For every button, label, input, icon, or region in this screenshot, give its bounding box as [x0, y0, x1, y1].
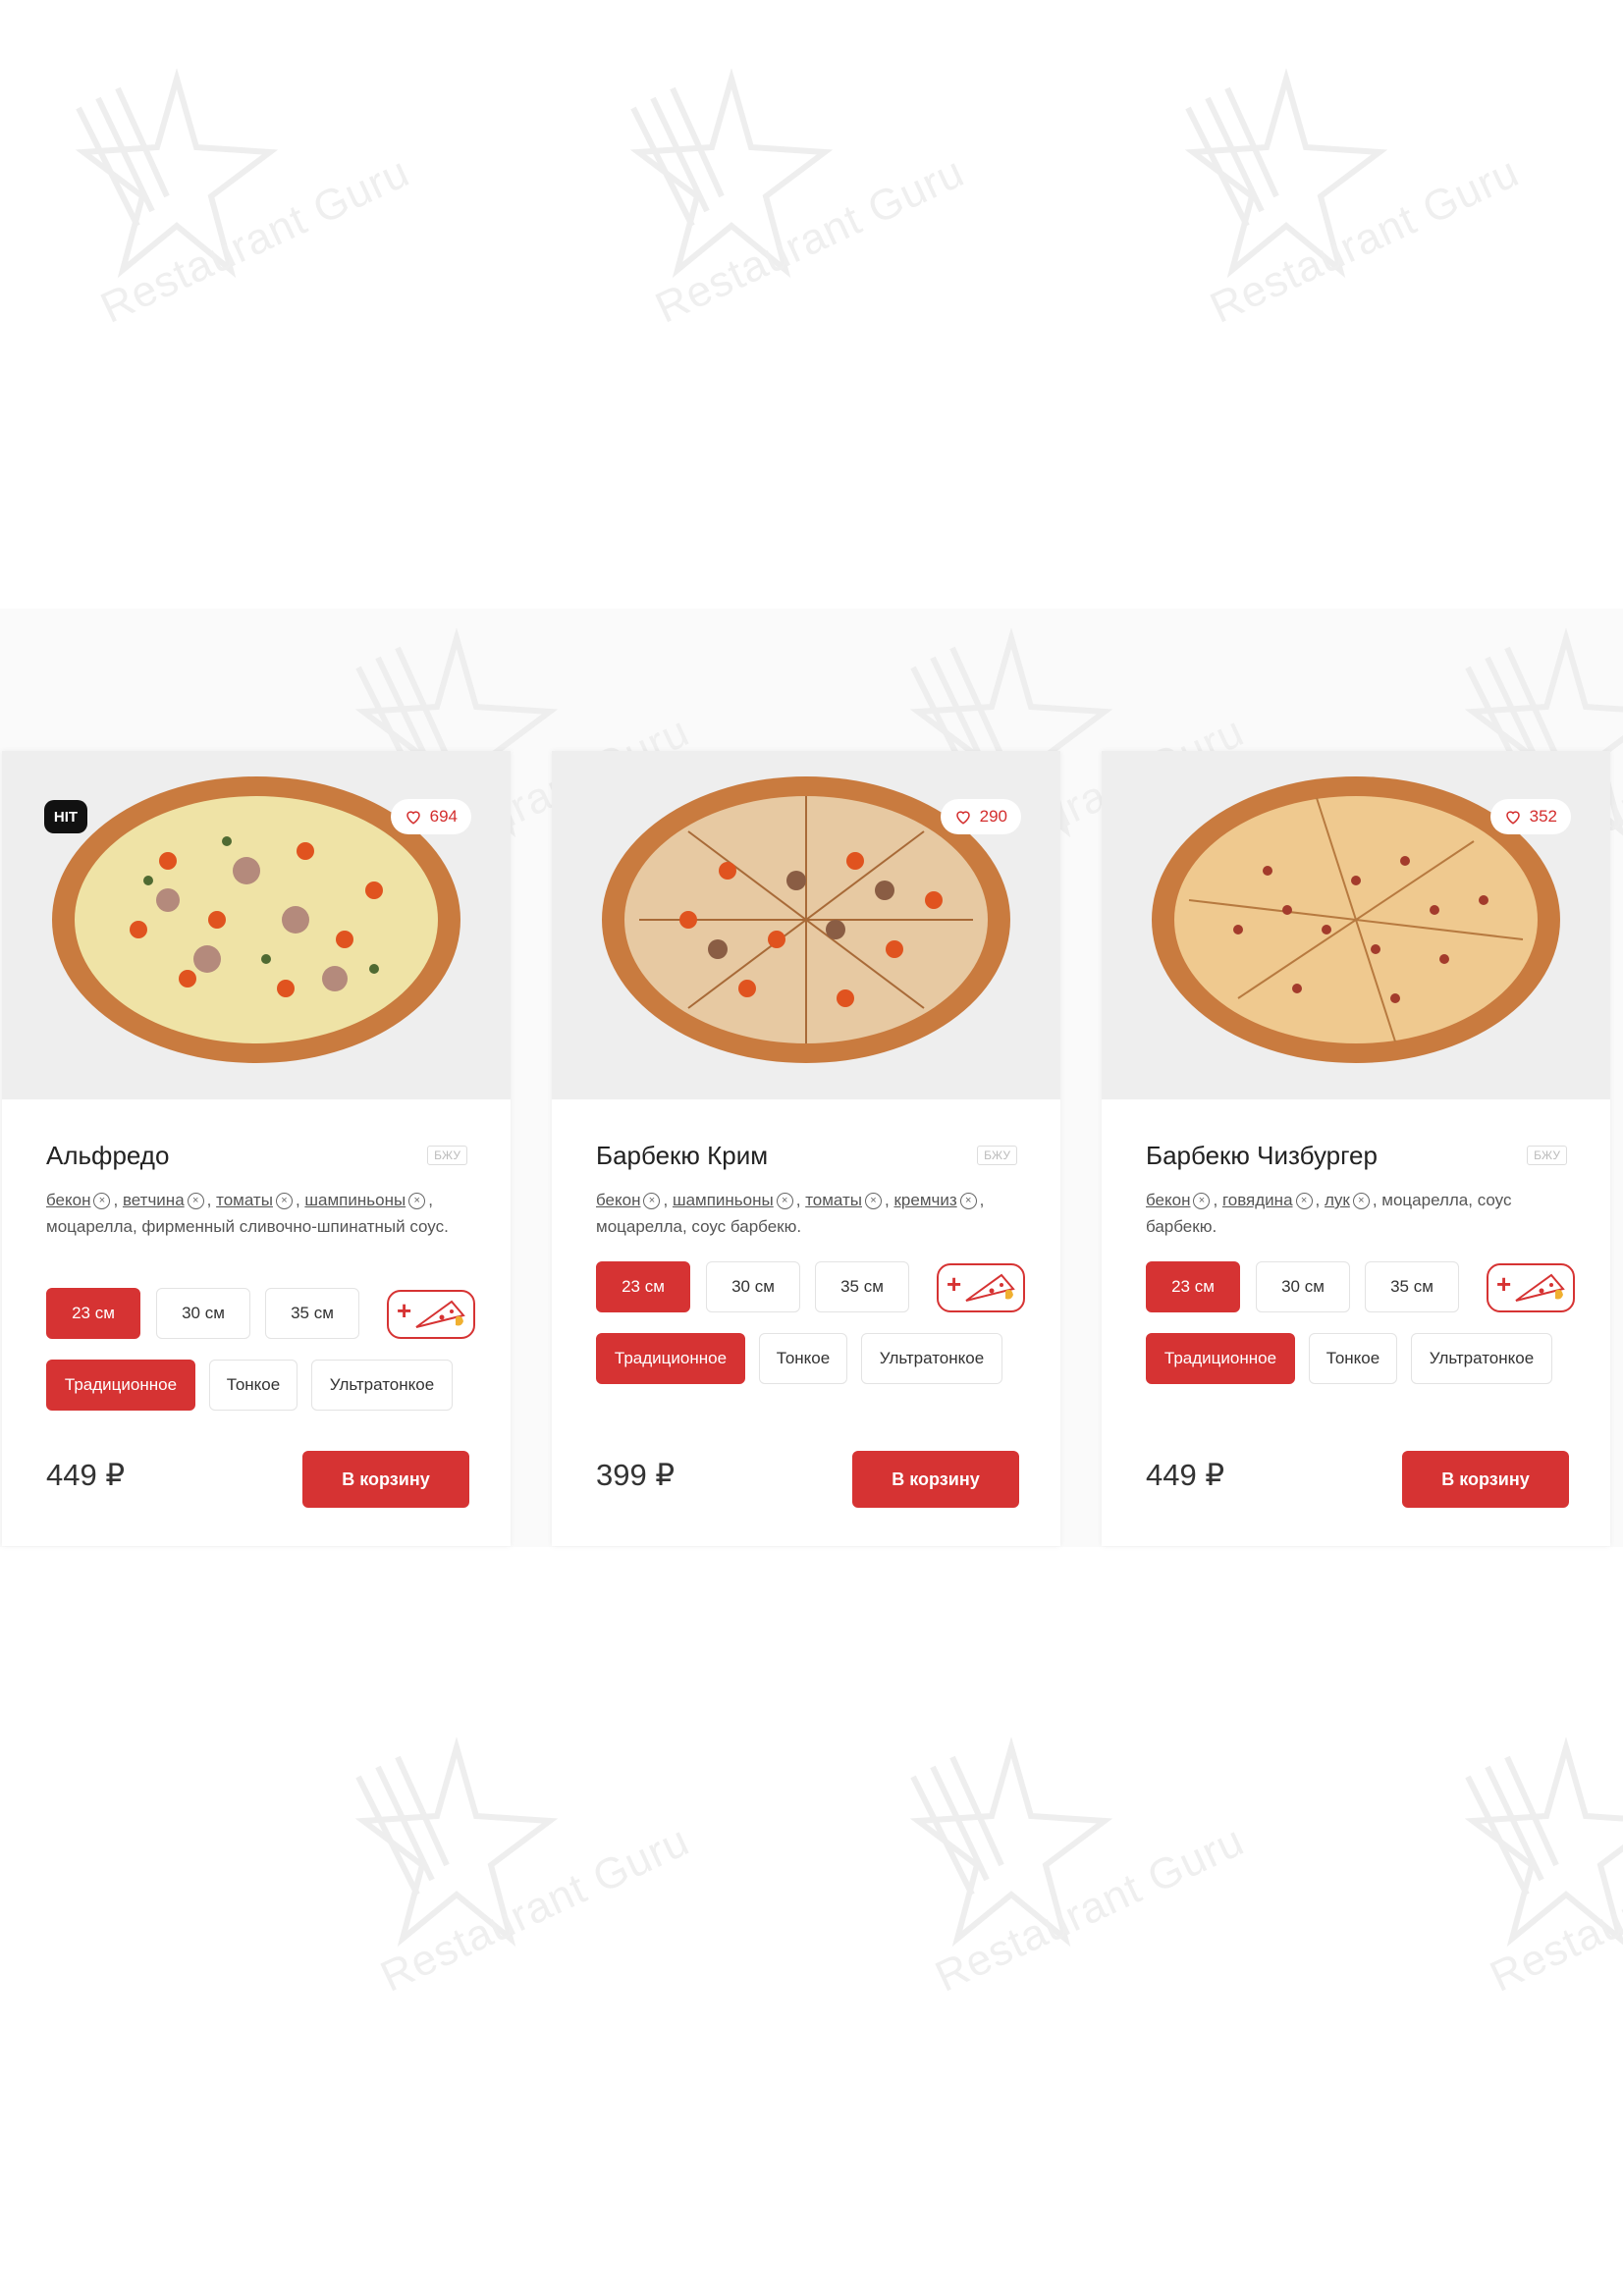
size-option-35[interactable]: 35 см [815, 1261, 909, 1312]
hit-badge: HIT [44, 800, 87, 833]
product-description: бекон ×, говядина ×, лук ×, моцарелла, соус… [1146, 1191, 1512, 1236]
remove-ingredient-icon[interactable]: × [776, 1193, 793, 1210]
ingredient-link[interactable]: бекон [1146, 1191, 1190, 1209]
product-list: HIT 694 Альфредо БЖУ бекон ×, ветчина ×, т… [0, 751, 1623, 1546]
size-option-35[interactable]: 35 см [265, 1288, 359, 1339]
restaurant-guru-watermark: Restaurant Guru [339, 1736, 696, 2002]
nutrition-button[interactable]: БЖУ [977, 1146, 1017, 1165]
product-title: Альфредо [46, 1141, 170, 1170]
remove-ingredient-icon[interactable]: × [959, 1193, 977, 1210]
likes-button[interactable]: 290 [940, 799, 1021, 834]
product-title: Барбекю Чизбургер [1146, 1141, 1378, 1170]
restaurant-guru-watermark: Restaurant Guru [614, 68, 971, 333]
size-option-23[interactable]: 23 см [596, 1261, 690, 1312]
product-description: бекон ×, ветчина ×, томаты ×, шампиньоны ×, … [46, 1191, 449, 1236]
add-to-cart-button[interactable]: В корзину [302, 1451, 469, 1508]
add-to-cart-button[interactable]: В корзину [1402, 1451, 1569, 1508]
product-card-bbq-cheeseburger: 352 Барбекю Чизбургер БЖУ бекон ×, говяди… [1102, 751, 1610, 1546]
remove-ingredient-icon[interactable]: × [865, 1193, 883, 1210]
product-image[interactable]: 352 [1102, 751, 1610, 1099]
remove-ingredient-icon[interactable]: × [187, 1193, 204, 1210]
heart-icon [406, 811, 420, 825]
size-option-23[interactable]: 23 см [46, 1288, 140, 1339]
size-option-30[interactable]: 30 см [1256, 1261, 1350, 1312]
nutrition-button[interactable]: БЖУ [1527, 1146, 1567, 1165]
add-toppings-button[interactable]: + [1487, 1263, 1575, 1312]
ingredient-link[interactable]: шампиньоны [304, 1191, 406, 1209]
nutrition-button[interactable]: БЖУ [427, 1146, 467, 1165]
product-price: 449 ₽ [46, 1458, 126, 1492]
crust-option-traditional[interactable]: Традиционное [1146, 1333, 1295, 1384]
crust-option-traditional[interactable]: Традиционное [596, 1333, 745, 1384]
restaurant-guru-watermark: Restaurant Guru [1448, 1736, 1623, 2002]
remove-ingredient-icon[interactable]: × [1295, 1193, 1313, 1210]
product-title: Барбекю Крим [596, 1141, 769, 1170]
heart-icon [955, 811, 970, 825]
plus-icon: + [397, 1296, 412, 1325]
ingredient-link[interactable]: лук [1325, 1191, 1350, 1209]
remove-ingredient-icon[interactable]: × [1352, 1193, 1370, 1210]
likes-count: 694 [429, 807, 458, 826]
heart-icon [1505, 811, 1520, 825]
restaurant-guru-watermark: Restaurant Guru [893, 1736, 1251, 2002]
ingredient-link[interactable]: томаты [805, 1191, 862, 1209]
size-option-35[interactable]: 35 см [1365, 1261, 1459, 1312]
pizza-slice-icon [1515, 1273, 1565, 1302]
product-price: 399 ₽ [596, 1458, 676, 1492]
product-card-alfredo: HIT 694 Альфредо БЖУ бекон ×, ветчина ×, т… [2, 751, 511, 1546]
size-option-23[interactable]: 23 см [1146, 1261, 1240, 1312]
restaurant-guru-watermark: Restaurant Guru [1168, 68, 1526, 333]
crust-option-ultrathin[interactable]: Ультратонкое [861, 1333, 1002, 1384]
ingredient-link[interactable]: кремчиз [893, 1191, 956, 1209]
crust-option-ultrathin[interactable]: Ультратонкое [1411, 1333, 1552, 1384]
restaurant-guru-watermark: Restaurant Guru [59, 68, 416, 333]
likes-count: 290 [979, 807, 1007, 826]
pizza-slice-icon [415, 1300, 465, 1328]
crust-option-thin[interactable]: Тонкое [759, 1333, 847, 1384]
crust-option-traditional[interactable]: Традиционное [46, 1360, 195, 1411]
likes-button[interactable]: 352 [1489, 799, 1571, 834]
ingredient-link[interactable]: бекон [46, 1191, 90, 1209]
size-option-30[interactable]: 30 см [706, 1261, 800, 1312]
add-toppings-button[interactable]: + [387, 1290, 475, 1339]
pizza-slice-icon [965, 1273, 1015, 1302]
product-image[interactable]: HIT 694 [2, 751, 511, 1099]
product-price: 449 ₽ [1146, 1458, 1225, 1492]
product-image[interactable]: 290 [552, 751, 1060, 1099]
likes-button[interactable]: 694 [390, 799, 471, 834]
crust-option-thin[interactable]: Тонкое [1309, 1333, 1397, 1384]
ingredient-link[interactable]: томаты [216, 1191, 273, 1209]
ingredient-link[interactable]: бекон [596, 1191, 640, 1209]
remove-ingredient-icon[interactable]: × [1193, 1193, 1211, 1210]
remove-ingredient-icon[interactable]: × [643, 1193, 661, 1210]
remove-ingredient-icon[interactable]: × [408, 1193, 426, 1210]
likes-count: 352 [1529, 807, 1557, 826]
add-to-cart-button[interactable]: В корзину [852, 1451, 1019, 1508]
remove-ingredient-icon[interactable]: × [275, 1193, 293, 1210]
product-description: бекон ×, шампиньоны ×, томаты ×, кремчиз ×, … [596, 1191, 985, 1236]
ingredient-link[interactable]: шампиньоны [673, 1191, 774, 1209]
product-card-bbq-cream: 290 Барбекю Крим БЖУ бекон ×, шампиньоны ×… [552, 751, 1060, 1546]
plus-icon: + [1496, 1269, 1512, 1299]
crust-option-ultrathin[interactable]: Ультратонкое [311, 1360, 453, 1411]
crust-option-thin[interactable]: Тонкое [209, 1360, 298, 1411]
ingredient-link[interactable]: ветчина [123, 1191, 185, 1209]
plus-icon: + [947, 1269, 962, 1299]
size-option-30[interactable]: 30 см [156, 1288, 250, 1339]
add-toppings-button[interactable]: + [937, 1263, 1025, 1312]
ingredient-link[interactable]: говядина [1222, 1191, 1293, 1209]
remove-ingredient-icon[interactable]: × [93, 1193, 111, 1210]
